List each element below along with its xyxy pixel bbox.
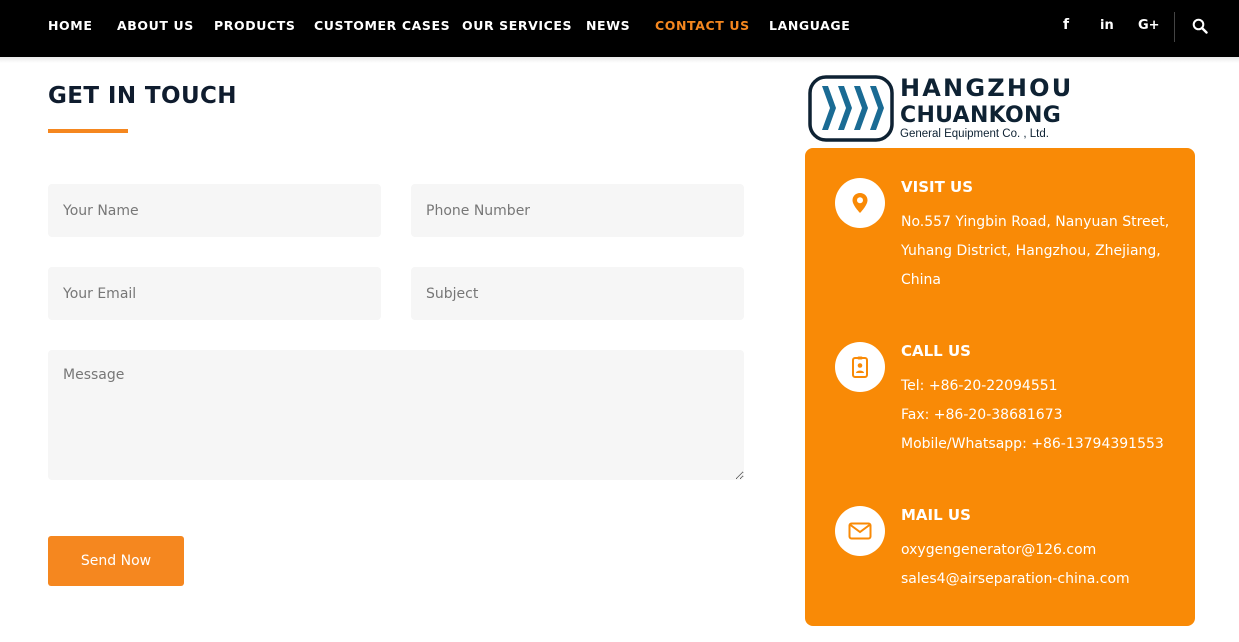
email-input[interactable] [48,267,381,320]
call-mobile[interactable]: Mobile/Whatsapp: +86-13794391553 [901,436,1164,452]
linkedin-icon[interactable]: in [1100,18,1114,33]
visit-address-line-2: Yuhang District, Hangzhou, Zhejiang, [901,243,1161,259]
mail-address-2[interactable]: sales4@airseparation-china.com [901,571,1130,587]
subject-input[interactable] [411,267,744,320]
phone-input[interactable] [411,184,744,237]
mail-icon-circle [835,506,885,556]
logo-mark-icon [808,75,894,142]
logo-line-1: HANGZHOU [900,74,1074,102]
visit-address-line-3: China [901,272,941,288]
call-tel[interactable]: Tel: +86-20-22094551 [901,378,1058,394]
contact-info-card: VISIT US No.557 Yingbin Road, Nanyuan St… [805,148,1195,626]
company-logo: HANGZHOU CHUANKONG General Equipment Co.… [808,74,1078,144]
top-navigation: HOME ABOUT US PRODUCTS CUSTOMER CASES OU… [0,0,1239,57]
search-icon[interactable] [1192,18,1208,34]
page-title: GET IN TOUCH [48,83,237,109]
logo-line-3: General Equipment Co. , Ltd. [900,128,1049,140]
logo-line-2: CHUANKONG [900,103,1062,128]
mail-us-title: MAIL US [901,506,971,524]
send-now-button[interactable]: Send Now [48,536,184,586]
nav-home[interactable]: HOME [48,18,92,33]
visit-icon-circle [835,178,885,228]
call-us-title: CALL US [901,342,971,360]
id-badge-icon [852,356,868,378]
mail-address-1[interactable]: oxygengenerator@126.com [901,542,1096,558]
nav-about-us[interactable]: ABOUT US [117,18,194,33]
nav-customer-cases[interactable]: CUSTOMER CASES [314,18,450,33]
nav-language[interactable]: LANGUAGE [769,18,850,33]
title-underline [48,129,128,133]
nav-products[interactable]: PRODUCTS [214,18,295,33]
facebook-icon[interactable]: f [1063,17,1069,33]
visit-address-line-1: No.557 Yingbin Road, Nanyuan Street, [901,214,1170,230]
name-input[interactable] [48,184,381,237]
google-plus-icon[interactable]: G+ [1138,18,1160,33]
nav-our-services[interactable]: OUR SERVICES [462,18,572,33]
visit-us-title: VISIT US [901,178,974,196]
map-pin-icon [852,193,868,213]
nav-contact-us[interactable]: CONTACT US [655,18,750,33]
nav-shadow [0,57,1239,63]
envelope-icon [848,522,872,540]
message-textarea[interactable] [48,350,744,480]
call-fax: Fax: +86-20-38681673 [901,407,1063,423]
call-icon-circle [835,342,885,392]
nav-news[interactable]: NEWS [586,18,630,33]
nav-divider [1174,12,1175,42]
